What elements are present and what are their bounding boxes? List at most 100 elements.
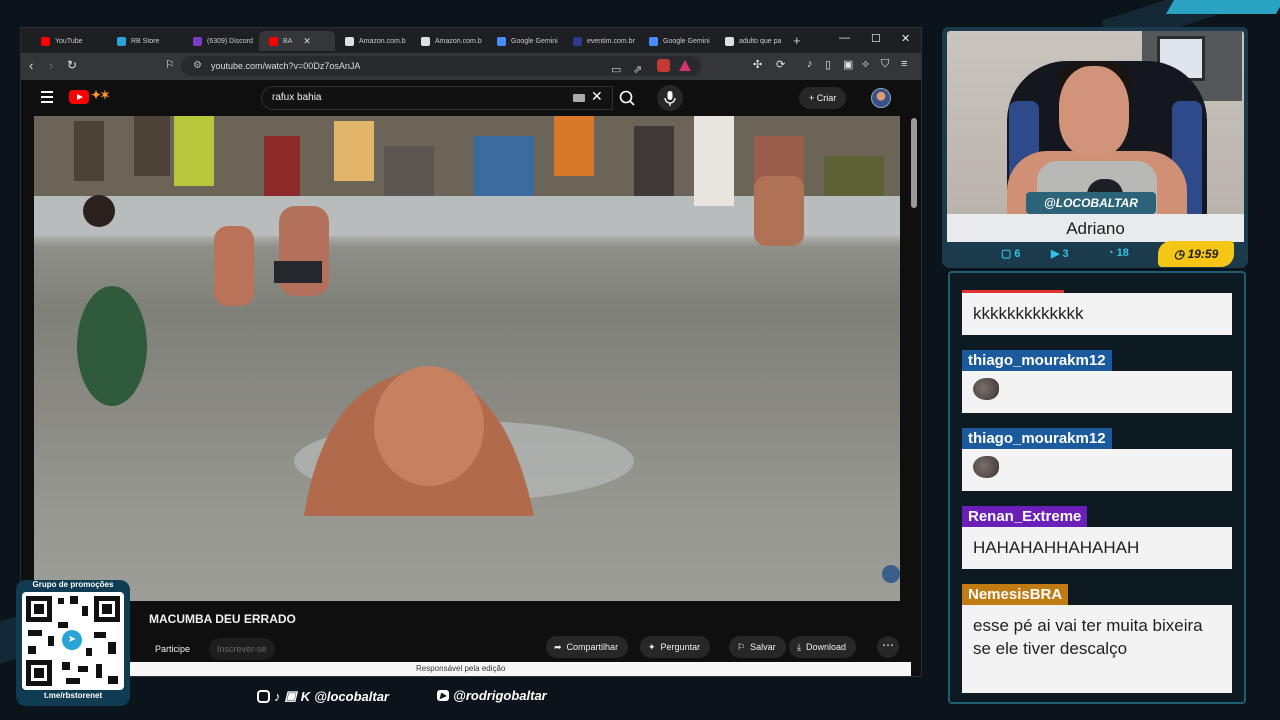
tab-label: RB Store (131, 37, 160, 45)
cast-icon[interactable]: ▭ (611, 60, 621, 80)
chat-username[interactable]: Renan_Extreme (962, 506, 1088, 528)
tab-favicon-icon (421, 36, 430, 46)
close-window-button[interactable]: ✕ (901, 32, 910, 45)
search-icon (619, 90, 635, 106)
shield-icon[interactable]: ⛉ (881, 58, 889, 71)
browser-tab[interactable]: BA ✕ (259, 31, 335, 51)
instagram-icon (257, 689, 270, 703)
hamburger-menu-icon[interactable] (41, 91, 53, 106)
sparkle-icon: ✦ (648, 642, 656, 652)
forward-icon[interactable]: › (49, 58, 53, 73)
stat-youtube: ▶ 3 (1051, 247, 1069, 261)
share-page-icon[interactable]: ⇗ (633, 60, 642, 80)
chat-username[interactable]: thiago_mourakm12 (962, 428, 1112, 450)
chat-message: kkkkkkkkkkkkk (962, 293, 1232, 335)
browser-window: YouTube RB Store (6309) Discord BA ✕ Amazon.c… (20, 27, 922, 677)
chat-text: esse pé ai vai ter muita bixeira se ele … (973, 616, 1203, 658)
address-bar[interactable]: ⚙ youtube.com/watch?v=00Dz7osAnJA ▭ ⇗ (181, 56, 701, 76)
voice-search-button[interactable] (657, 85, 683, 111)
action-label: Compartilhar (566, 642, 619, 652)
social-handle-2: @rodrigobaltar (453, 688, 547, 703)
chat-message (962, 371, 1232, 413)
compartilhar-button[interactable]: ➦ Compartilhar (546, 636, 629, 658)
tab-label: eventim.com.br (587, 37, 635, 45)
tab-favicon-icon (725, 36, 734, 46)
shield-extension-icon[interactable] (657, 59, 670, 72)
browser-tab[interactable]: Amazon.com.b (411, 31, 487, 51)
bookmark-icon: ⚐ (737, 642, 746, 652)
url-text: youtube.com/watch?v=00Dz7osAnJA (211, 61, 361, 71)
sidebar-icon[interactable]: ▯ (825, 58, 831, 71)
video-title: MACUMBA DEU ERRADO (149, 612, 296, 626)
avatar[interactable] (871, 88, 891, 108)
maximize-button[interactable]: ☐ (871, 32, 881, 45)
site-settings-icon[interactable]: ⚙ (193, 56, 202, 76)
tab-label: Amazon.com.b (359, 37, 406, 45)
tiktok-icon: ♪ (274, 688, 281, 704)
action-label: Salvar (750, 642, 776, 652)
ai-icon[interactable]: ✧ (861, 58, 870, 71)
browser-tab[interactable]: Google Gemini (639, 31, 715, 51)
chat-username[interactable]: thiago_mourakm12 (962, 350, 1112, 372)
music-icon[interactable]: ♪ (807, 58, 813, 70)
tab-favicon-icon (573, 36, 582, 46)
chat-icon: ▢ (1001, 248, 1012, 260)
tab-favicon-icon (345, 36, 354, 46)
perguntar-button[interactable]: ✦ Perguntar (640, 636, 711, 658)
download-button[interactable]: ⤓ Download (789, 636, 857, 658)
browser-tab[interactable]: Amazon.com.b (335, 31, 411, 51)
salvar-button[interactable]: ⚐ Salvar (729, 636, 786, 658)
chat-message: esse pé ai vai ter muita bixeira se ele … (962, 605, 1232, 693)
youtube-icon: ▶ (437, 690, 450, 701)
wallet-icon[interactable]: ▣ (843, 58, 853, 71)
keyboard-icon[interactable] (573, 94, 585, 102)
twitch-icon: ▣ (284, 688, 297, 703)
video-player[interactable] (34, 116, 900, 601)
share-icon: ➦ (554, 642, 562, 652)
bookmark-page-icon[interactable]: ⚐ (165, 58, 175, 71)
back-icon[interactable]: ‹ (29, 58, 33, 73)
chat-username[interactable]: NemesisBRA (962, 584, 1069, 606)
join-button[interactable]: Participe (149, 638, 196, 660)
create-label: Criar (816, 93, 837, 103)
create-button[interactable]: + Criar (799, 87, 847, 109)
refresh-extension-icon[interactable]: ⟳ (776, 58, 785, 71)
browser-tab[interactable]: eventim.com.br (563, 31, 639, 51)
subscribe-button[interactable]: Inscrever-se (209, 638, 275, 660)
action-label: Download (805, 642, 847, 652)
browser-tab[interactable]: (6309) Discord (183, 31, 259, 51)
new-tab-button[interactable]: + (793, 33, 801, 48)
tab-label: Amazon.com.b (435, 37, 482, 45)
search-button[interactable] (613, 86, 643, 110)
browser-tab[interactable]: Google Gemini (487, 31, 563, 51)
puzzle-icon[interactable]: ✣ (753, 58, 762, 71)
reload-icon[interactable]: ↻ (67, 58, 77, 72)
download-icon: ⤓ (797, 642, 801, 652)
streamer-name: Adriano (947, 214, 1244, 244)
page-scrollbar[interactable] (911, 116, 917, 676)
close-tab-icon[interactable]: ✕ (303, 36, 311, 47)
chat-text: kkkkkkkkkkkkk (973, 304, 1084, 323)
search-input[interactable]: rafux bahia (261, 86, 613, 110)
navigation-bar: ‹ › ↻ ⚐ ⚙ youtube.com/watch?v=00Dz7osAnJ… (21, 53, 921, 80)
video-frame (34, 116, 900, 583)
watermark-icon (882, 565, 900, 583)
browser-tab[interactable]: YouTube (31, 31, 107, 51)
discord-icon: ◔ (1107, 247, 1114, 259)
youtube-logo[interactable] (69, 90, 89, 104)
browser-tab[interactable]: RB Store (107, 31, 183, 51)
browser-tab[interactable]: adulto que pa (715, 31, 791, 51)
triangle-extension-icon[interactable] (679, 60, 691, 71)
chat-text: HAHAHAHHAHAHAH (973, 538, 1140, 557)
chat-message: HAHAHAHHAHAHAH (962, 527, 1232, 569)
stream-clock: ◷ 19:59 (1158, 241, 1234, 267)
clear-search-icon[interactable]: ✕ (591, 88, 603, 105)
stat-discord: ◔ 18 (1107, 247, 1129, 259)
menu-icon[interactable]: ≡ (901, 58, 907, 70)
tab-label: BA (283, 37, 293, 45)
youtube-page: ✦✶ rafux bahia ✕ + Criar MACUMBA DEU ERR… (21, 80, 921, 676)
minimize-button[interactable]: — (839, 32, 850, 44)
social-handle-1: @locobaltar (314, 688, 389, 704)
more-actions-button[interactable]: ⋯ (877, 636, 899, 658)
tab-favicon-icon (497, 36, 506, 46)
